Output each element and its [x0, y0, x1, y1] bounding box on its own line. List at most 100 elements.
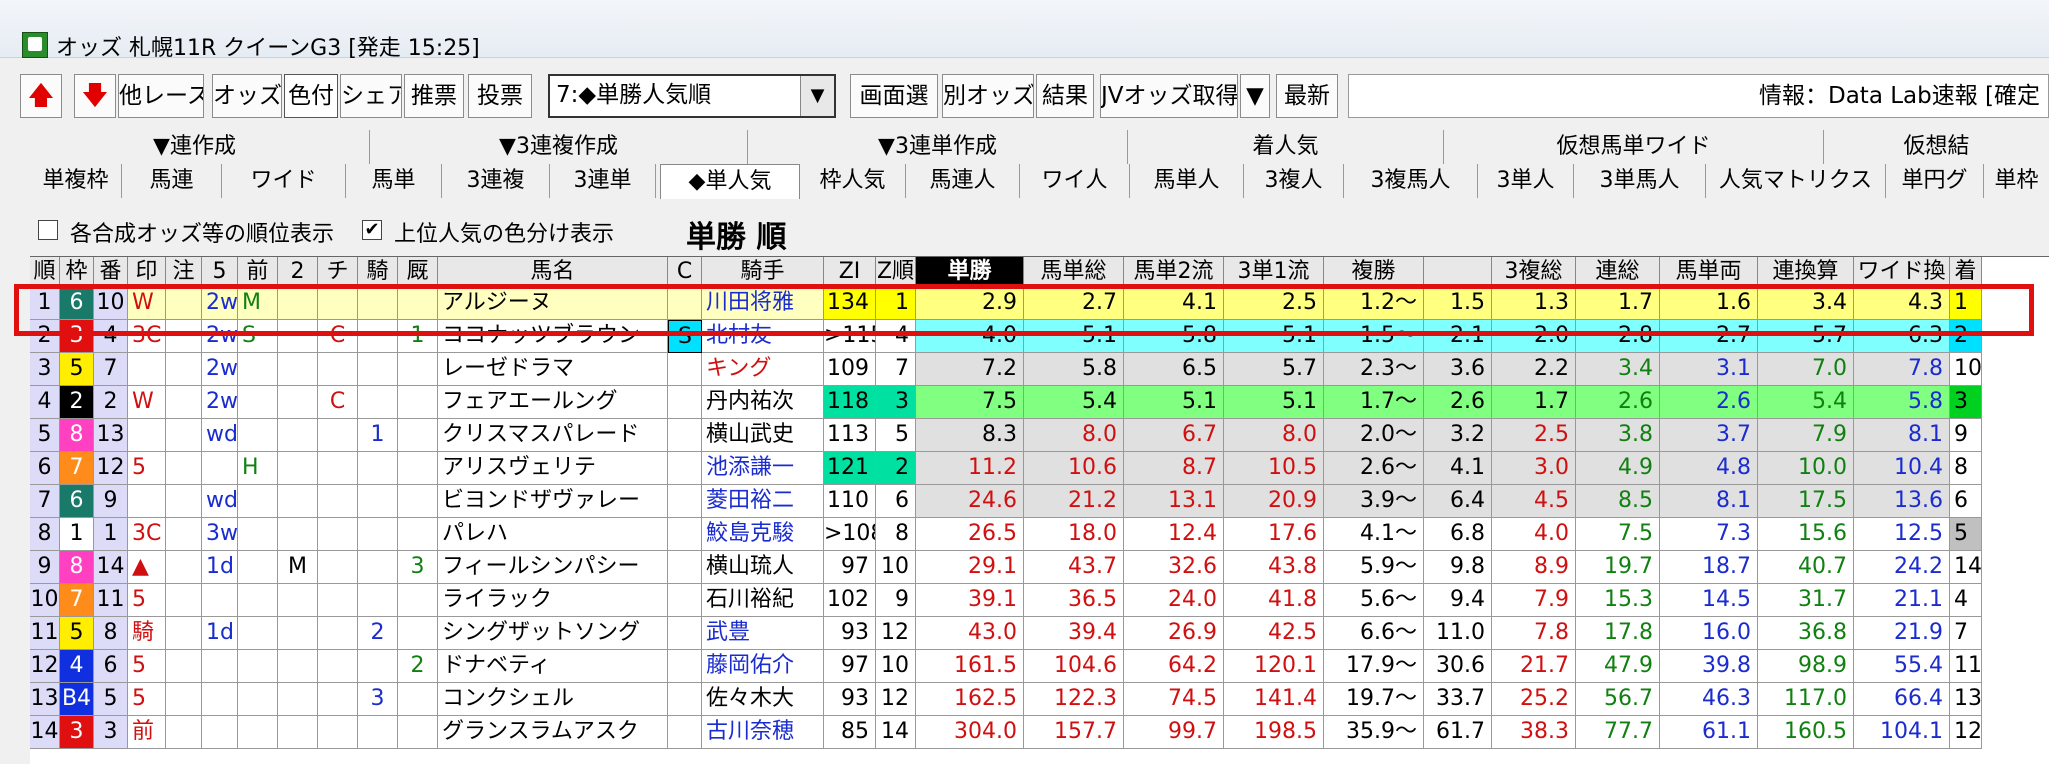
cell-jockey[interactable]: 川田将雅	[702, 287, 824, 320]
cell-jockey[interactable]: 横山琉人	[702, 551, 824, 584]
cell-name[interactable]: アルジーヌ	[438, 287, 668, 320]
share-button[interactable]: シェア	[340, 74, 402, 118]
vote-button[interactable]: 投票	[468, 74, 532, 118]
table-row[interactable]: 7 6 9 wd ビヨンドザヴァレー 菱田裕二 110 6 24.6 21.2 13.1 20.9 3.…	[30, 485, 2049, 518]
tab-umatan-ninki[interactable]: 馬単人	[1130, 164, 1244, 198]
header-ki[interactable]: 騎	[358, 257, 398, 287]
table-row[interactable]: 2343C2wSC1ココナッツブラウンS北村友一>11544.05.15.85.…	[30, 320, 2049, 353]
cell-jockey[interactable]: 丹内祐次	[702, 386, 824, 419]
cell-name[interactable]: アリスヴェリテ	[438, 452, 668, 485]
tab-wide-ninki[interactable]: ワイ人	[1020, 164, 1130, 198]
tab-3tan-create[interactable]: ▼3連単作成	[748, 130, 1128, 164]
cell-name[interactable]: ドナベティ	[438, 650, 668, 683]
table-row[interactable]: 13 B4 5 5 3 コンクシェル 佐々木大 93 12 162.5 122.3 74.5 141.4…	[30, 683, 2049, 716]
header-tan[interactable]: 単勝	[916, 257, 1024, 287]
tab-umaren[interactable]: 馬連	[122, 164, 222, 198]
cell-name[interactable]: フィールシンパシー	[438, 551, 668, 584]
chevron-down-icon[interactable]: ▼	[800, 76, 834, 116]
cell-name[interactable]: ココナッツブラウン	[438, 320, 668, 353]
header-num[interactable]: 番	[94, 257, 128, 287]
result-button[interactable]: 結果	[1036, 74, 1094, 118]
tab-kaso-umatan[interactable]: 仮想馬単ワイド	[1444, 130, 1824, 164]
header-ut[interactable]: 馬単総	[1024, 257, 1124, 287]
header-chu[interactable]: 注	[166, 257, 202, 287]
table-row[interactable]: 5 8 13 wd 1 クリスマスパレード 横山武史 113 5 8.3 8.0 6.7 8.0 2.0～…	[30, 419, 2049, 452]
tab-3renpuku[interactable]: 3連複	[442, 164, 550, 198]
other-race-button[interactable]: 他レース	[118, 74, 204, 118]
refresh-button[interactable]: 最新	[1276, 74, 1338, 118]
color-button[interactable]: 色付	[284, 74, 338, 118]
header-rank[interactable]: 順	[30, 257, 60, 287]
view-select[interactable]: 7:◆単勝人気順 ▼	[548, 74, 836, 118]
header-chi[interactable]: チ	[318, 257, 358, 287]
tab-3tan-uma-ninki[interactable]: 3単馬人	[1574, 164, 1706, 198]
cell-name[interactable]: フェアエールング	[438, 386, 668, 419]
table-row[interactable]: 11 5 8 騎 1d 2 シングザットソング 武豊 93 12 43.0 39.4 26.9 42.5 6…	[30, 617, 2049, 650]
header-f2[interactable]: 2	[278, 257, 318, 287]
table-row[interactable]: 9 8 14 ▲ 1d M 3 フィールシンパシー 横山琉人 97 10 29.1 43.7 32.6 43…	[30, 551, 2049, 584]
cell-name[interactable]: レーゼドラマ	[438, 353, 668, 386]
tab-waku-ninki[interactable]: 枠人気	[800, 164, 906, 198]
header-fk1[interactable]: 複勝	[1324, 257, 1424, 287]
header-waku[interactable]: 枠	[60, 257, 94, 287]
header-s1[interactable]: 3単1流	[1224, 257, 1324, 287]
header-mae[interactable]: 前	[238, 257, 278, 287]
cell-jockey[interactable]: 菱田裕二	[702, 485, 824, 518]
cell-jockey[interactable]: 佐々木大	[702, 683, 824, 716]
recommend-button[interactable]: 推票	[404, 74, 464, 118]
tab-ren-create[interactable]: ▼連作成	[20, 130, 370, 164]
header-kyu[interactable]: 厩	[398, 257, 438, 287]
header-f5[interactable]: 5	[202, 257, 238, 287]
header-chaku[interactable]: 着	[1950, 257, 1982, 287]
cell-name[interactable]: パレハ	[438, 518, 668, 551]
cell-name[interactable]: グランスラムアスク	[438, 716, 668, 749]
cell-jockey[interactable]: 石川裕紀	[702, 584, 824, 617]
table-row[interactable]: 12 4 6 5 2 ドナベティ 藤岡佑介 97 10 161.5 104.6 64.2 120.1 17…	[30, 650, 2049, 683]
odds-button[interactable]: オッズ	[212, 74, 282, 118]
cell-name[interactable]: ライラック	[438, 584, 668, 617]
cell-jockey[interactable]: 北村友一	[702, 320, 824, 353]
cell-jockey[interactable]: 藤岡佑介	[702, 650, 824, 683]
header-jockey[interactable]: 騎手	[702, 257, 824, 287]
jv-odds-button[interactable]: JVオッズ取得	[1100, 74, 1238, 118]
tab-3fuku-uma-ninki[interactable]: 3複馬人	[1344, 164, 1478, 198]
screen-select-button[interactable]: 画面選	[850, 74, 938, 118]
table-row[interactable]: 14 3 3 前グランスラムアスク 古川奈穂 85 14 304.0 157.7 99.7 198.…	[30, 716, 2049, 749]
header-u2[interactable]: 馬単2流	[1124, 257, 1224, 287]
cell-name[interactable]: シングザットソング	[438, 617, 668, 650]
tab-3fuku-ninki[interactable]: 3複人	[1244, 164, 1344, 198]
tab-ninki-matrix[interactable]: 人気マトリクス	[1706, 164, 1886, 198]
tab-wide[interactable]: ワイド	[222, 164, 346, 198]
header-mark[interactable]: 印	[128, 257, 166, 287]
down-arrow-button[interactable]: 🡇	[74, 74, 116, 118]
table-row[interactable]: 8113C3wパレハ鮫島克駿>108826.518.012.417.64.1～6…	[30, 518, 2049, 551]
table-row[interactable]: 3 5 7 2w レーゼドラマ キング 109 7 7.2 5.8 6.5 5.7 2.3～ 3.6 2.2…	[30, 353, 2049, 386]
header-name[interactable]: 馬名	[438, 257, 668, 287]
table-row[interactable]: 1 6 10 W 2w M アルジーヌ 川田将雅 134 1 2.9 2.7 4.1 2.5 1.2～ 1.5…	[30, 287, 2049, 320]
cell-jockey[interactable]: 池添謙一	[702, 452, 824, 485]
cell-name[interactable]: クリスマスパレード	[438, 419, 668, 452]
cell-jockey[interactable]: 横山武史	[702, 419, 824, 452]
tab-3rentan[interactable]: 3連単	[550, 164, 656, 198]
jv-odds-dropdown[interactable]: ▼	[1240, 74, 1270, 118]
color-split-checkbox[interactable]: ✔	[362, 220, 382, 240]
cell-jockey[interactable]: 鮫島克駿	[702, 518, 824, 551]
table-row[interactable]: 6 7 12 5 H アリスヴェリテ 池添謙一 121 2 11.2 10.6 8.7 10.5 2.6～…	[30, 452, 2049, 485]
tab-kaso-result[interactable]: 仮想結	[1824, 130, 2049, 164]
tab-3tan-ninki[interactable]: 3単人	[1478, 164, 1574, 198]
up-arrow-button[interactable]: 🡅	[20, 74, 62, 118]
other-odds-button[interactable]: 別オッズ	[942, 74, 1034, 118]
tab-umatan[interactable]: 馬単	[346, 164, 442, 198]
tab-tan-waku[interactable]: 単枠	[1984, 164, 2049, 198]
tab-tan-ninki[interactable]: ◆単人気	[660, 164, 800, 199]
tab-tanfukuwaku[interactable]: 単複枠	[30, 164, 122, 198]
header-rk[interactable]: 連換算	[1758, 257, 1854, 287]
table-row[interactable]: 4 2 2 W 2w C フェアエールング 丹内祐次 118 3 7.5 5.4 5.1 5.1 1.7～ 2…	[30, 386, 2049, 419]
rank-display-checkbox[interactable]	[38, 220, 58, 240]
header-f3[interactable]: 3複総	[1492, 257, 1576, 287]
header-rs[interactable]: 連総	[1576, 257, 1660, 287]
cell-jockey[interactable]: 古川奈穂	[702, 716, 824, 749]
header-ur[interactable]: 馬単両	[1660, 257, 1758, 287]
header-wk[interactable]: ワイド換	[1854, 257, 1950, 287]
header-c[interactable]: C	[668, 257, 702, 287]
